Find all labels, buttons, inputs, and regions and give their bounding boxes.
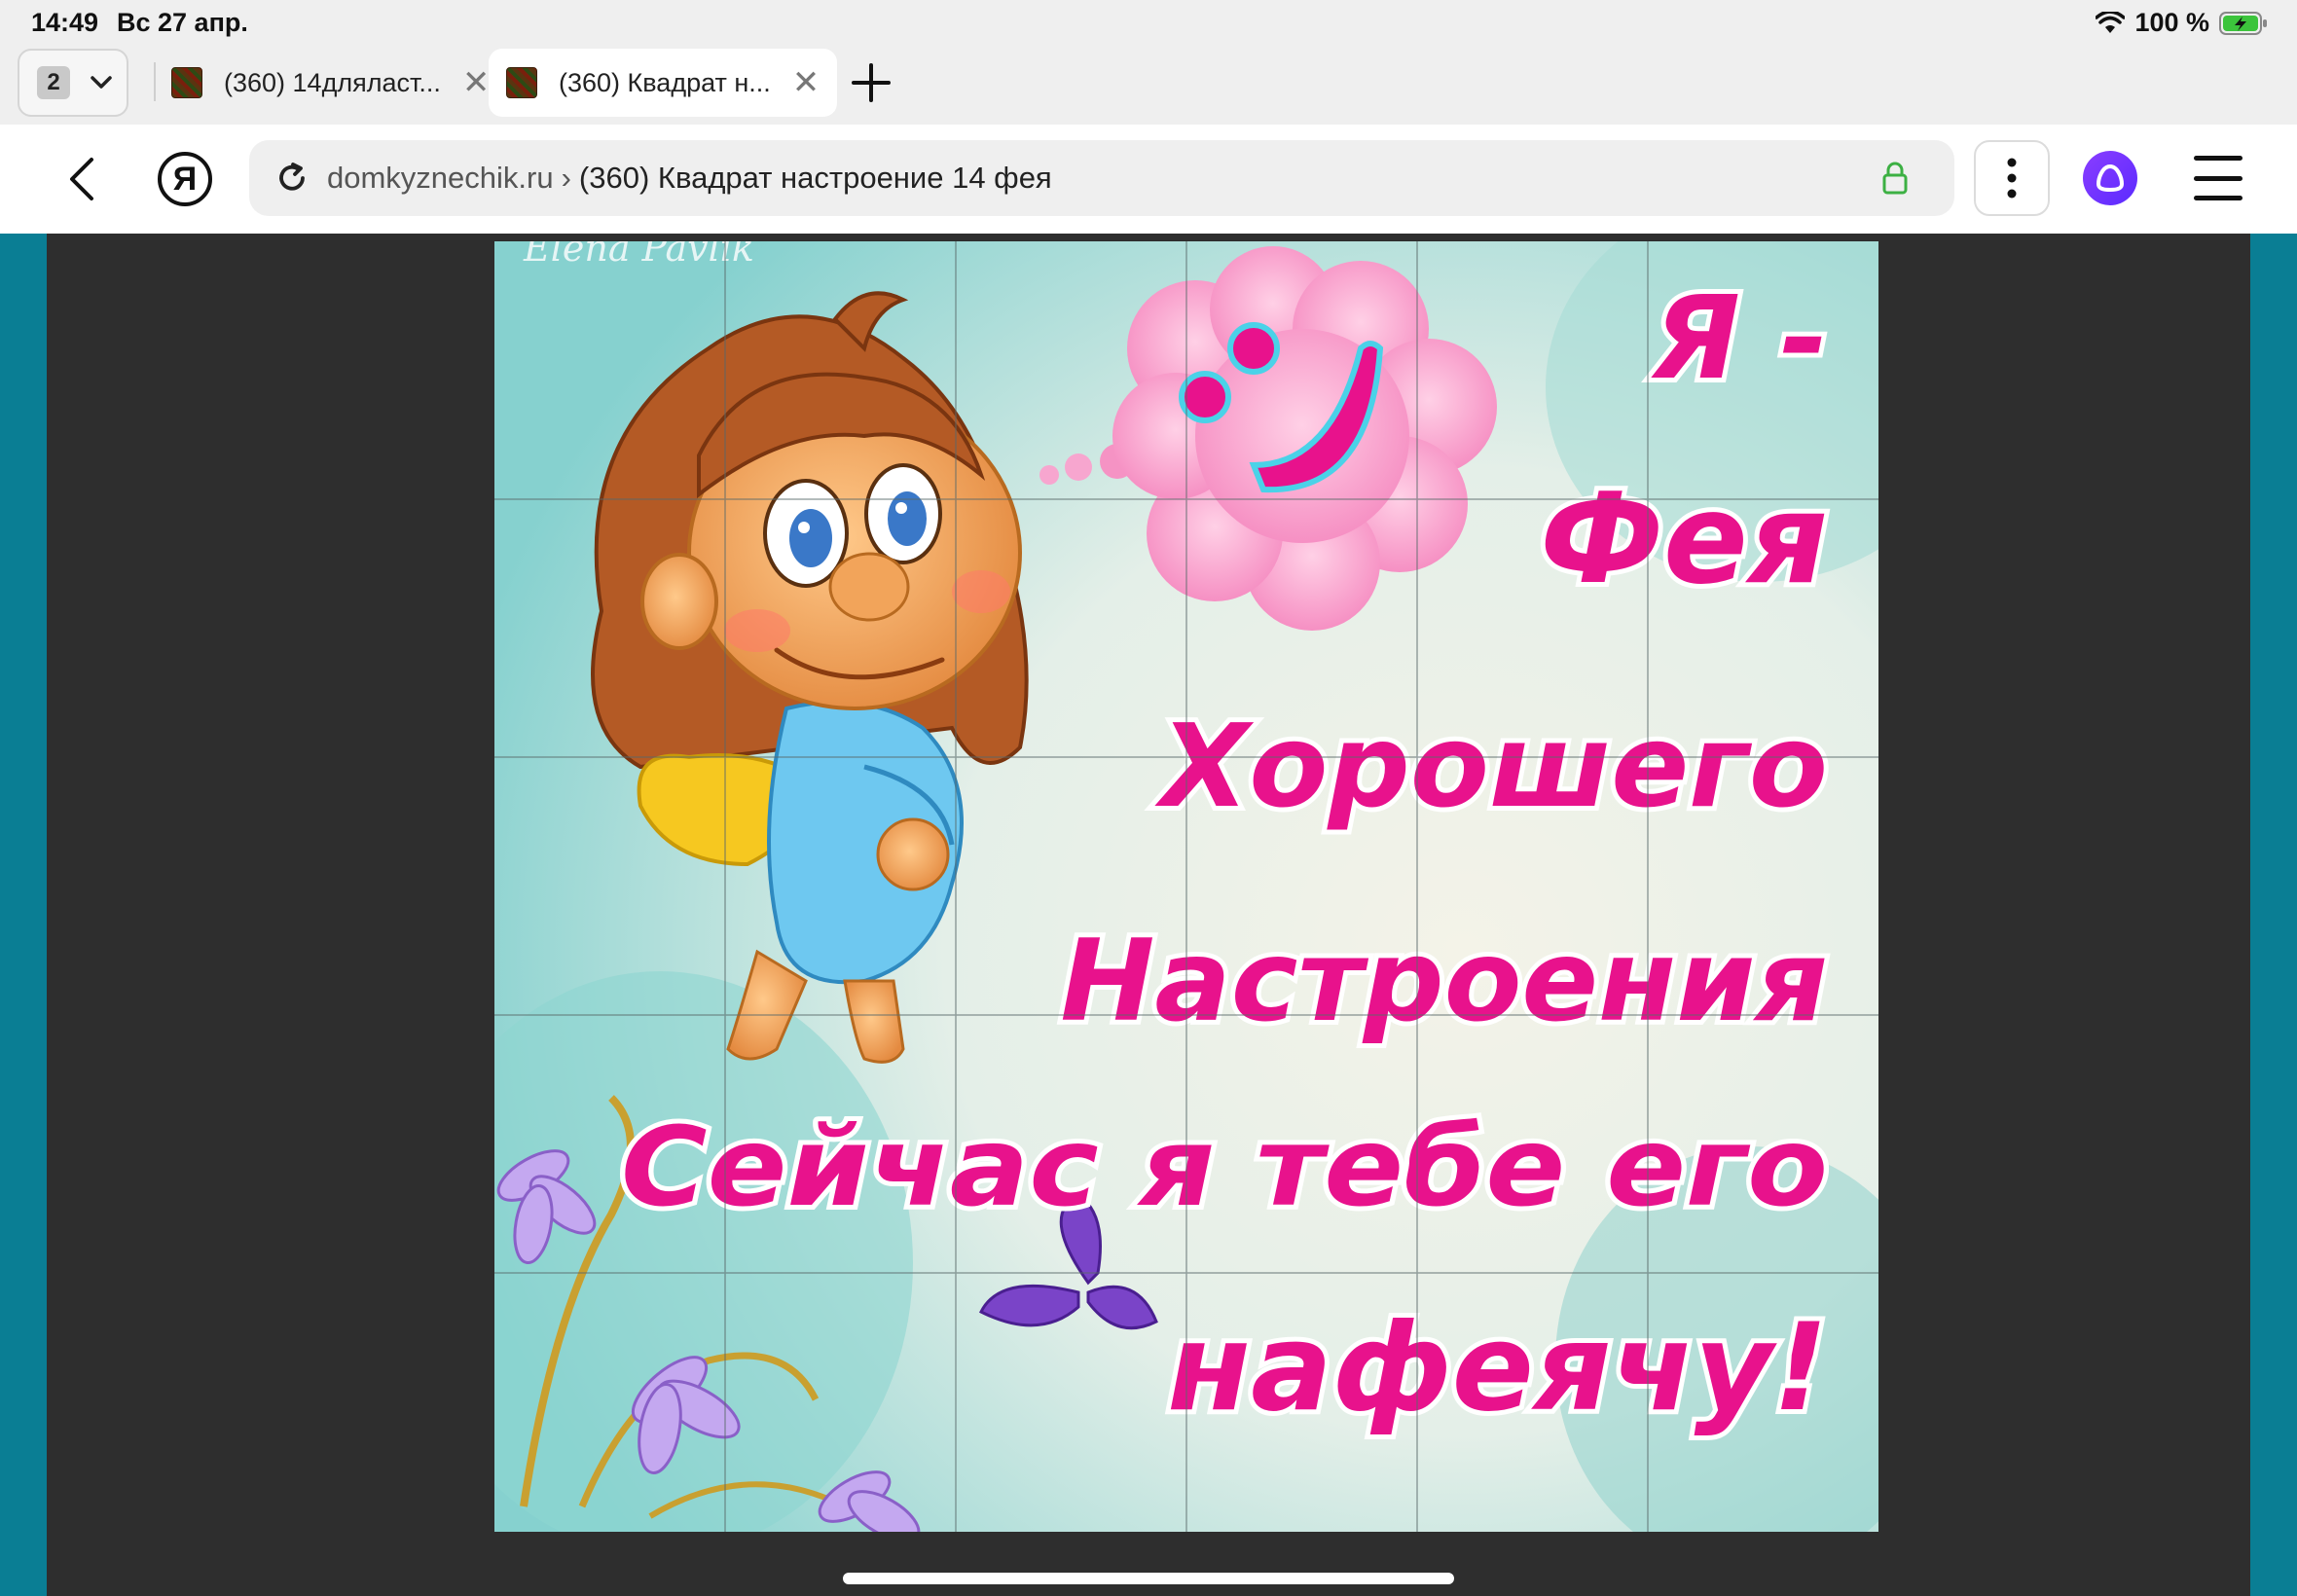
yandex-button[interactable]: Я [158,152,212,206]
status-date: Вс 27 апр. [117,8,248,37]
battery-percent: 100 % [2134,8,2209,37]
puzzle-image[interactable]: Elena Pavlik Я - Фея Хорошего Настроения… [494,241,1878,1532]
tab-switcher-button[interactable]: 2 [18,49,128,117]
address-separator: › [561,161,571,195]
caption-line: Настроения [1060,916,1828,1047]
caption-line: Сейчас я тебе его [621,1105,1828,1231]
status-indicators: 100 % [2096,8,2268,38]
back-button[interactable] [55,152,109,206]
wifi-icon [2096,11,2126,33]
alice-assistant-button[interactable] [2083,151,2137,205]
hamburger-line [2194,175,2242,181]
caption-line: Фея [1540,467,1828,612]
lock-icon[interactable] [1880,160,1910,197]
address-bar[interactable]: domkyznechik.ru › (360) Квадрат настроен… [249,140,1954,216]
battery-charging-icon [2219,11,2267,35]
caption-line: Я - [1651,271,1828,405]
close-icon[interactable]: ✕ [792,66,820,99]
browser-toolbar: Я domkyznechik.ru › (360) Квадрат настро… [0,125,2297,234]
caption-line: Хорошего [1154,699,1828,833]
vertical-dots-icon [2007,158,2017,199]
hamburger-line [2194,196,2242,200]
favicon-icon [506,67,537,98]
tab-title: (360) 14дляласт... [224,67,441,97]
fairy-illustration: Elena Pavlik Я - Фея Хорошего Настроения… [494,241,1878,1532]
new-tab-button[interactable] [845,56,897,109]
reload-icon[interactable] [273,159,311,198]
favicon-icon [171,67,202,98]
tab-count: 2 [37,66,70,99]
more-menu-button[interactable] [1974,140,2050,216]
address-page-title: (360) Квадрат настроение 14 фея [578,161,1052,195]
yandex-logo: Я [172,160,198,198]
tab-strip: 2 (360) 14дляласт... ✕ (360) Квадрат н..… [0,47,2297,125]
tab-title: (360) Квадрат н... [559,67,771,97]
status-bar: 14:49 Вс 27 апр. 100 % [0,0,2297,47]
status-time: 14:49 [31,8,99,37]
address-domain: domkyznechik.ru [327,161,554,195]
tab-item[interactable]: (360) 14дляласт... ✕ [154,49,507,117]
hamburger-menu-button[interactable] [2194,156,2242,200]
tab-item-active[interactable]: (360) Квадрат н... ✕ [489,49,838,117]
plus-icon [852,63,891,102]
hamburger-line [2194,156,2242,161]
page-content: Elena Pavlik Я - Фея Хорошего Настроения… [0,234,2297,1596]
viewer-panel: Elena Pavlik Я - Фея Хорошего Настроения… [47,234,2250,1596]
home-indicator[interactable] [843,1573,1454,1584]
caption-line: нафеячу! [1167,1298,1828,1438]
watermark-text: Elena Pavlik [523,241,754,270]
chevron-down-icon [91,76,112,89]
alice-icon [2096,163,2125,193]
chevron-left-icon [70,158,93,200]
close-icon[interactable]: ✕ [462,66,491,99]
